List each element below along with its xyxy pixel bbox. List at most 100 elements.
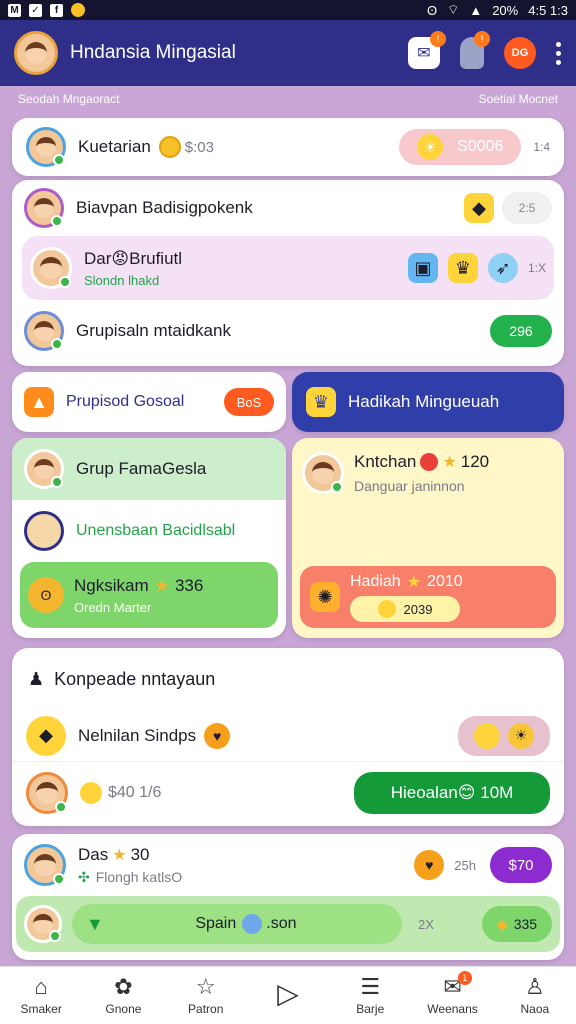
avatar: [26, 127, 66, 167]
feed-item-2[interactable]: Biаvpan Badisigpokenk ◆ 2:5: [12, 180, 564, 236]
bottom-row-1[interactable]: Das ★ 30 ✣ Flongh katlsO ♥ 25h $70: [12, 834, 564, 896]
reaction-pill[interactable]: ☀: [458, 715, 550, 756]
pineapple-icon: ✺: [310, 582, 340, 612]
rival-card: Kntchan ★ 120 Danguar janinnon ✺ Hadiah …: [292, 438, 564, 638]
promo-card-right[interactable]: ♛ Hadikah Mingueuah: [292, 372, 564, 432]
reward-row[interactable]: ✺ Hadiah ★ 2010 2039: [300, 566, 556, 628]
trophy-icon: ◆: [496, 915, 508, 932]
status-bar: M ✓ f ʘ ⌔ ▲ 20% 4:5 1:3: [0, 0, 576, 20]
promo-label: Hadikah Mingueuah: [348, 392, 500, 411]
spain-bar[interactable]: ▼ Spain .son: [72, 904, 402, 944]
side-count: 1:X: [527, 261, 546, 275]
compete-name: Nelnilan Sindps: [78, 725, 197, 745]
group-next[interactable]: ʘ Ngksikam ★ 336 Oredn Marter: [20, 562, 278, 628]
points-value: 335: [513, 916, 538, 932]
promo-card-left[interactable]: ▲ Prupisod Gosoal BoS: [12, 372, 286, 432]
feed-item-1[interactable]: Kuetarian $:03 ☀ S0006 1:4: [12, 118, 564, 176]
user-icon: ♙: [524, 974, 545, 999]
rival-row[interactable]: Kntchan ★ 120 Danguar janinnon: [292, 438, 564, 508]
ghost-button[interactable]: !: [460, 31, 490, 69]
feed-item-sub: Slondn lhakd: [84, 272, 160, 288]
side-count: 1:4: [533, 140, 550, 154]
play-icon: ▷: [277, 978, 299, 1009]
side-count: 2:5: [502, 192, 552, 224]
coin-amount: $:03: [184, 138, 214, 156]
rival-name: Kntchan: [354, 452, 417, 471]
score-pill-value: S0006: [457, 138, 504, 155]
bluetooth-icon: ʘ: [426, 2, 438, 18]
nav-label: Barje: [356, 1002, 385, 1016]
app-header: Hndansia Mingasial ✉ ! ! DG: [0, 20, 576, 86]
nav-badge: 1: [457, 971, 472, 985]
bottom-row-2[interactable]: ▼ Spain .son 2X ◆ 335: [16, 896, 560, 952]
bottom-side: 25h: [454, 857, 476, 873]
star-icon: ★: [154, 577, 169, 595]
nav-list[interactable]: ☰ Barje: [329, 967, 411, 1024]
compete-row-1[interactable]: ◆ Nelnilan Sindps ♥ ☀: [12, 710, 564, 762]
feed-item-name: Kuetarian: [78, 137, 151, 156]
compete-card: ♟ Konpeade nntayaun ◆ Nelnilan Sindps ♥ …: [12, 648, 564, 826]
avatar: [24, 844, 66, 886]
user-icon: ♟: [28, 668, 45, 689]
nav-profile[interactable]: ♙ Naoa: [494, 967, 576, 1024]
avatar: [30, 247, 72, 289]
nav-label: Smaker: [20, 1002, 62, 1016]
nav-play[interactable]: ▷: [247, 967, 329, 1024]
nav-game[interactable]: ✿ Gnone: [82, 967, 164, 1024]
promo-badge[interactable]: BoS: [224, 388, 274, 416]
avatar: [302, 452, 344, 494]
feed-item-name: Biаvpan Badisigpokenk: [76, 198, 253, 217]
app-title: Hndansia Mingasial: [70, 42, 236, 63]
avatar: [24, 449, 64, 489]
shield-icon: ◆: [26, 715, 66, 756]
more-menu-icon[interactable]: [556, 41, 562, 65]
compete-header: ♟ Konpeade nntayaun: [12, 648, 564, 710]
facebook-icon: f: [50, 3, 63, 17]
battery-level: 20%: [492, 2, 519, 18]
points-pill[interactable]: ◆ 335: [482, 906, 552, 942]
score-pill[interactable]: 296: [490, 315, 552, 347]
nav-home[interactable]: ⌂ Smaker: [0, 967, 82, 1024]
compete-action-button[interactable]: Hieoalan😊 10M: [354, 772, 550, 814]
feed-item-3[interactable]: Dar😡Brufiutl Slondn lhakd ▣ ♛ ➶ 1:X: [22, 236, 554, 300]
group-header[interactable]: Grup FamaGesla: [12, 438, 286, 500]
crown-icon: ♛: [306, 387, 336, 417]
avatar: [24, 905, 62, 943]
feed-list: Biаvpan Badisigpokenk ◆ 2:5 Dar😡Brufiutl…: [12, 180, 564, 366]
bottom-score: 30: [130, 844, 150, 864]
feed-item-4[interactable]: Grupisaln mtaidkank 296: [12, 300, 564, 362]
mail-icon: M: [8, 3, 21, 17]
gamepad-icon: ✿: [114, 974, 133, 999]
group-next-score: 336: [174, 575, 204, 595]
rival-sub: Danguar janinnon: [354, 478, 465, 494]
bottom-name: Das: [78, 844, 109, 864]
nav-label: Patron: [188, 1002, 224, 1016]
subheader-right: Soetial Mocnet: [478, 92, 558, 106]
compete-row-2[interactable]: $40 1/6 Hieoalan😊 10M: [12, 762, 564, 824]
bottom-side: 2X: [418, 916, 434, 932]
smile-icon: [80, 782, 102, 804]
feed-item-name: Grupisaln mtaidkank: [76, 321, 231, 340]
smile-icon: [474, 722, 500, 749]
rival-score: 120: [460, 452, 490, 471]
score-pill[interactable]: ☀ S0006: [399, 129, 522, 165]
group-title: Grup FamaGesla: [76, 459, 207, 478]
price-pill[interactable]: $70: [490, 847, 552, 883]
reward-pill[interactable]: 2039: [350, 596, 460, 622]
user-badge-button[interactable]: DG: [504, 37, 536, 69]
profile-avatar[interactable]: [14, 31, 58, 75]
smile-icon: [377, 600, 396, 618]
group-invite[interactable]: Unensbaan Bacidlsabl: [12, 500, 286, 562]
crown-icon: ♛: [447, 253, 478, 283]
subheader: Seodah Mngaoract Soetial Mocnet: [18, 92, 558, 106]
group-next-name: Ngksikam: [74, 575, 149, 595]
spain-suffix: .son: [266, 915, 297, 932]
reward-pill-value: 2039: [403, 601, 433, 617]
gift-icon: ▣: [407, 253, 438, 283]
nav-label: Weenans: [427, 1002, 478, 1016]
nav-patron[interactable]: ☆ Patron: [165, 967, 247, 1024]
nav-label: Gnone: [105, 1002, 142, 1016]
nav-messages[interactable]: ✉ 1 Weenans: [411, 967, 493, 1024]
notifications-button[interactable]: ✉ !: [408, 31, 446, 69]
promo-label: Prupisod Gosoal: [66, 393, 185, 410]
